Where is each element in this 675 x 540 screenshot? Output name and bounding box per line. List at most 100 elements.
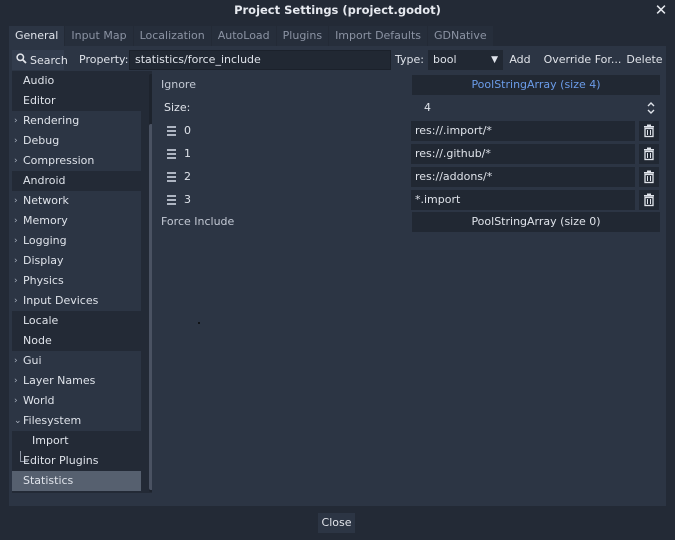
trash-icon[interactable] [639,121,659,141]
tree-item-label: Android [23,174,66,187]
element-index: 1 [184,147,191,160]
window-title: Project Settings (project.godot) [234,3,441,17]
chevron-right-icon[interactable]: › [14,231,18,251]
array-size-row: Size: 4 [162,97,660,119]
type-select[interactable]: bool ▼ [428,50,503,70]
size-spinbox[interactable]: 4 [412,98,660,118]
tree-item-memory[interactable]: › Memory [12,211,141,231]
tree-item-editor-plugins[interactable]: Editor Plugins [12,451,141,471]
property-label: Property: [79,53,129,66]
add-button[interactable]: Add [506,50,534,70]
tree-item-statistics[interactable]: Statistics [12,471,141,491]
size-label: Size: [164,101,191,114]
element-value-input[interactable]: res://.github/* [411,144,635,164]
tree-item-audio[interactable]: Audio [12,71,141,91]
search-icon [16,53,27,67]
tree-item-input-devices[interactable]: › Input Devices [12,291,141,311]
force-include-label: Force Include [161,215,235,228]
tree-item-label: World [23,394,55,407]
force-include-array-button[interactable]: PoolStringArray (size 0) [412,212,660,232]
tree-item-label: Locale [23,314,59,327]
type-label: Type: [395,53,424,66]
tree-scrollbar-grabber[interactable] [149,124,152,490]
tree-item-label: Logging [23,234,67,247]
chevron-right-icon[interactable]: › [14,111,18,131]
tree-item-label: Physics [23,274,64,287]
tab-input-map[interactable]: Input Map [65,26,133,46]
chevron-right-icon[interactable]: › [14,151,18,171]
tree-item-logging[interactable]: › Logging [12,231,141,251]
chevron-right-icon[interactable]: › [14,131,18,151]
chevron-right-icon[interactable]: › [14,351,18,371]
chevron-down-icon[interactable]: ⌄ [14,411,22,431]
tree-item-label: Compression [23,154,95,167]
tree-item-editor[interactable]: Editor [12,91,141,111]
settings-section-tree: Audio Editor › Rendering › Debug › Compress… [12,71,152,493]
tree-item-display[interactable]: › Display [12,251,141,271]
drag-handle-icon[interactable] [167,172,177,182]
tree-item-gui[interactable]: › Gui [12,351,141,371]
drag-handle-icon[interactable] [167,195,177,205]
tree-item-label: Node [23,334,52,347]
window-titlebar: Project Settings (project.godot) [0,0,675,20]
spinner-updown-icon[interactable] [646,98,656,118]
chevron-right-icon[interactable]: › [14,191,18,211]
chevron-right-icon[interactable]: › [14,371,18,391]
tree-item-label: Network [23,194,69,207]
trash-icon[interactable] [639,190,659,210]
tab-localization[interactable]: Localization [133,26,211,46]
tab-general[interactable]: General [9,26,65,46]
tree-item-label: Display [23,254,64,267]
tree-item-compression[interactable]: › Compression [12,151,141,171]
ignore-array-button[interactable]: PoolStringArray (size 4) [412,75,660,95]
tree-item-filesystem[interactable]: ⌄ Filesystem [12,411,141,431]
property-inspector: Ignore PoolStringArray (size 4) Size: 4 … [159,74,663,494]
size-value: 4 [424,101,431,114]
array-element-row: 1 res://.github/* [162,143,660,165]
mouse-cursor-dot [198,322,200,324]
chevron-right-icon[interactable]: › [14,271,18,291]
tree-item-node[interactable]: Node [12,331,141,351]
tree-scrollbar[interactable] [149,74,152,492]
tree-item-label: Editor Plugins [23,454,99,467]
property-toolbar: Search Property: statistics/force_includ… [12,49,663,71]
chevron-down-icon: ▼ [491,55,498,65]
tree-item-physics[interactable]: › Physics [12,271,141,291]
element-value-input[interactable]: res://addons/* [411,167,635,187]
chevron-right-icon[interactable]: › [14,291,18,311]
array-element-row: 0 res://.import/* [162,120,660,142]
trash-icon[interactable] [639,167,659,187]
tree-item-network[interactable]: › Network [12,191,141,211]
tab-autoload[interactable]: AutoLoad [211,26,276,46]
tab-gdnative[interactable]: GDNative [428,26,493,46]
element-value-input[interactable]: res://.import/* [411,121,635,141]
trash-icon[interactable] [639,144,659,164]
search-button[interactable]: Search [12,50,68,70]
tree-item-locale[interactable]: Locale [12,311,141,331]
tree-item-label: Statistics [23,474,74,487]
element-index: 2 [184,170,191,183]
tree-item-rendering[interactable]: › Rendering [12,111,141,131]
tree-item-label: Filesystem [23,414,82,427]
delete-button[interactable]: Delete [626,50,663,70]
element-value-input[interactable]: *.import [411,190,635,210]
property-input[interactable]: statistics/force_include [129,50,391,70]
tree-item-label: Input Devices [23,294,99,307]
tab-plugins[interactable]: Plugins [276,26,329,46]
tree-item-debug[interactable]: › Debug [12,131,141,151]
tree-item-android[interactable]: Android [12,171,141,191]
close-icon[interactable]: ✕ [653,1,669,19]
close-button[interactable]: Close [318,513,355,533]
chevron-right-icon[interactable]: › [14,211,18,231]
chevron-right-icon[interactable]: › [14,251,18,271]
tree-item-world[interactable]: › World [12,391,141,411]
chevron-right-icon[interactable]: › [14,391,18,411]
drag-handle-icon[interactable] [167,149,177,159]
drag-handle-icon[interactable] [167,126,177,136]
tree-item-layer-names[interactable]: › Layer Names [12,371,141,391]
tree-item-import[interactable]: Import [12,431,141,451]
search-button-label: Search [30,53,68,67]
tab-import-defaults[interactable]: Import Defaults [329,26,427,46]
override-for-button[interactable]: Override For... [540,50,625,70]
tree-item-label: Rendering [23,114,80,127]
